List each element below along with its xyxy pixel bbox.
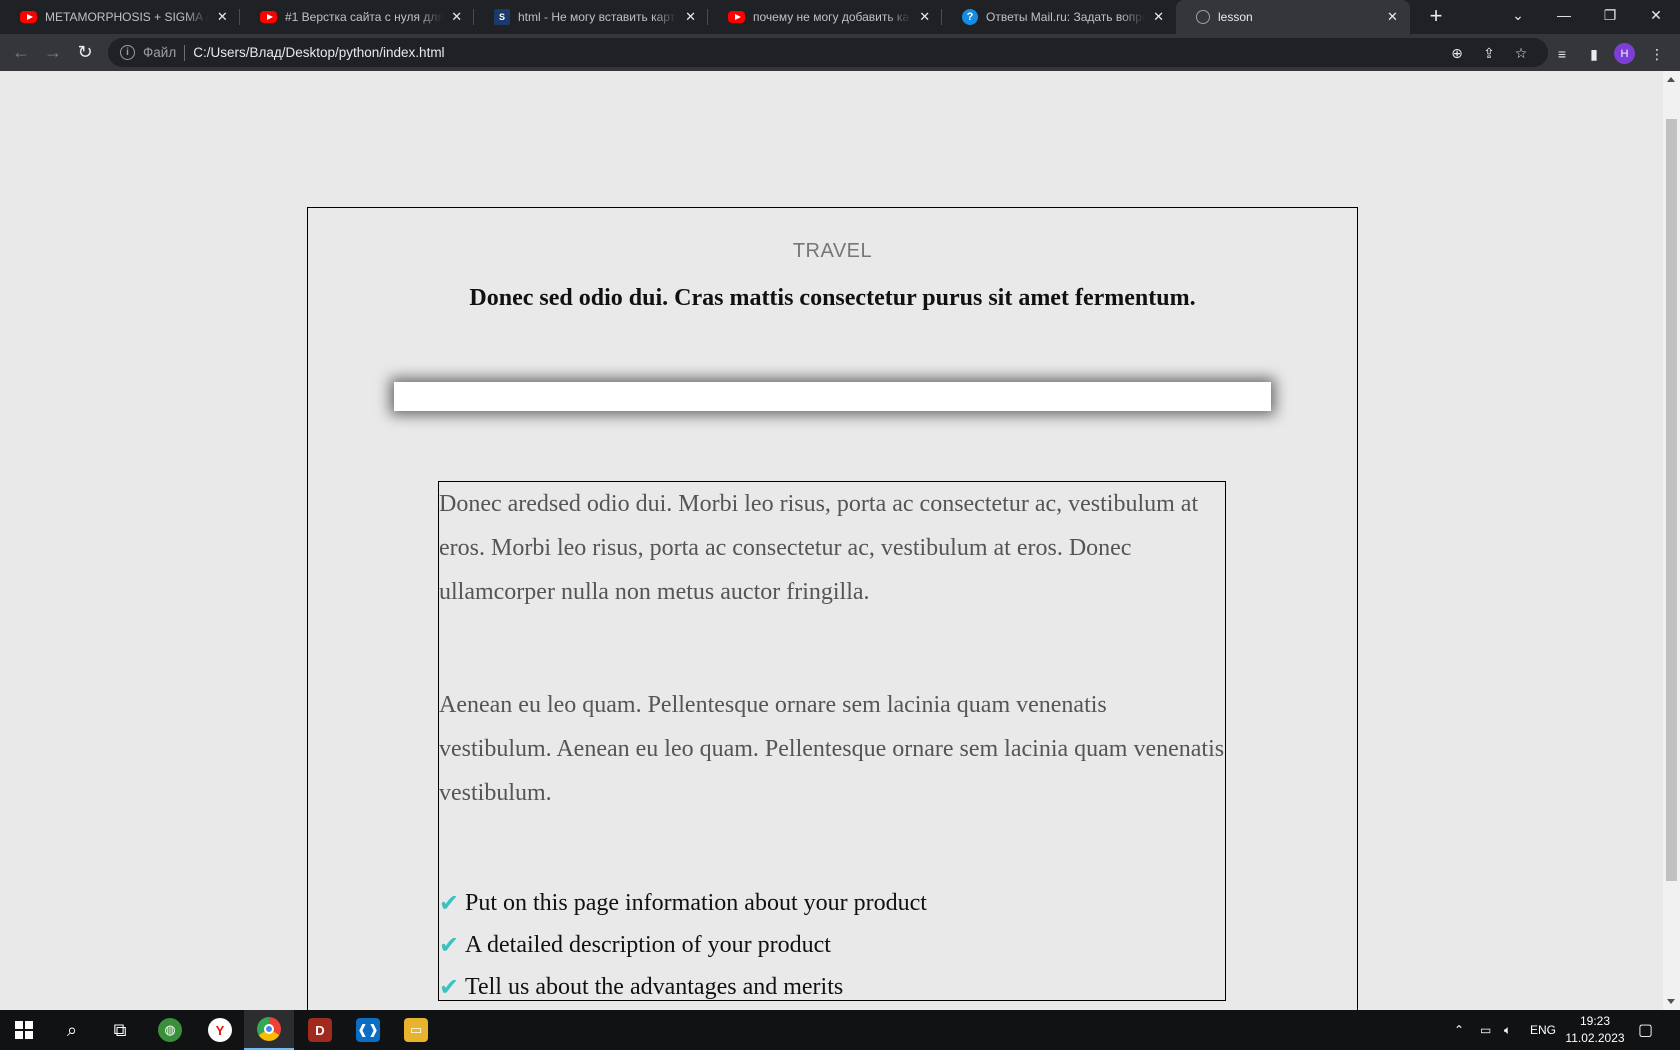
- close-icon[interactable]: ✕: [1151, 9, 1166, 25]
- globe-icon: [1196, 10, 1210, 24]
- checkmark-icon: ✔: [439, 889, 460, 917]
- notifications-icon[interactable]: ▢: [1638, 1010, 1653, 1050]
- volume-icon[interactable]: 🔈︎: [1504, 1010, 1511, 1050]
- url-text[interactable]: C:/Users/Влад/Desktop/python/index.html: [193, 45, 444, 60]
- windows-taskbar: ⌕ ⧉ ◍ Y D ❰❱ ▭ ⌃ ▭ 🔈︎ ENG 19:23 11.02.20…: [0, 1010, 1680, 1050]
- reload-icon[interactable]: ↻: [74, 41, 96, 63]
- paragraph: Aenean eu leo quam. Pellentesque ornare …: [439, 692, 1225, 806]
- taskbar-app-explorer[interactable]: ▭: [392, 1010, 440, 1050]
- checkmark-icon: ✔: [439, 973, 460, 1001]
- close-icon[interactable]: ✕: [449, 9, 464, 25]
- chrome-icon: [257, 1017, 281, 1041]
- image-placeholder: [394, 382, 1271, 411]
- list-item-text: Put on this page information about your …: [465, 890, 927, 916]
- new-tab-button[interactable]: +: [1424, 5, 1448, 29]
- list-item-text: A detailed description of your product: [465, 932, 831, 958]
- taskbar-app-vscode[interactable]: ❰❱: [344, 1010, 392, 1050]
- clock-date: 11.02.2023: [1565, 1031, 1625, 1045]
- scroll-up-arrow-icon[interactable]: [1667, 77, 1675, 82]
- tab-strip: METAMORPHOSIS + SIGMA // S ✕ #1 Верстка …: [0, 0, 1680, 34]
- language-indicator[interactable]: ENG: [1530, 1010, 1556, 1050]
- tab-stackoverflow[interactable]: S html - Не могу вставить картин ✕: [474, 0, 708, 34]
- window-close-icon[interactable]: ✕: [1634, 0, 1678, 30]
- search-icon[interactable]: ⌕: [48, 1010, 96, 1050]
- tab-verstka[interactable]: #1 Верстка сайта с нуля для на ✕: [240, 0, 474, 34]
- minimize-icon[interactable]: —: [1542, 0, 1586, 30]
- scroll-thumb[interactable]: [1666, 119, 1677, 881]
- close-icon[interactable]: ✕: [683, 9, 698, 25]
- taskbar-app-dota[interactable]: D: [296, 1010, 344, 1050]
- menu-kebab-icon[interactable]: ⋮: [1648, 45, 1666, 63]
- stackoverflow-icon: S: [494, 9, 510, 25]
- page-scrollbar[interactable]: [1663, 71, 1680, 1010]
- zoom-icon[interactable]: ⊕: [1448, 44, 1466, 62]
- clock-time: 19:23: [1579, 1014, 1611, 1028]
- mailru-answers-icon: ?: [962, 9, 978, 25]
- checkmark-icon: ✔: [439, 931, 460, 959]
- scroll-down-arrow-icon[interactable]: [1667, 999, 1675, 1004]
- site-info-icon[interactable]: i: [120, 45, 135, 60]
- reading-list-icon[interactable]: ≡: [1553, 45, 1571, 63]
- close-icon[interactable]: ✕: [917, 9, 932, 25]
- side-panel-icon[interactable]: ▮: [1585, 45, 1603, 63]
- tab-mailru-answers[interactable]: ? Ответы Mail.ru: Задать вопрос ✕: [942, 0, 1176, 34]
- profile-avatar[interactable]: H: [1614, 43, 1635, 64]
- taskbar-app-globe[interactable]: ◍: [146, 1010, 194, 1050]
- tab-label: почему не могу добавить карт: [753, 10, 912, 24]
- tab-label: Ответы Mail.ru: Задать вопрос: [986, 10, 1146, 24]
- tab-label: html - Не могу вставить картин: [518, 10, 678, 24]
- address-bar[interactable]: i Файл C:/Users/Влад/Desktop/python/inde…: [108, 38, 1548, 67]
- category-kicker: TRAVEL: [792, 240, 873, 262]
- system-clock[interactable]: 19:23 11.02.2023: [1560, 1013, 1630, 1047]
- yandex-browser-icon: Y: [208, 1018, 232, 1042]
- list-item: ✔ Tell us about the advantages and merits: [439, 966, 1225, 1008]
- tab-search-icon[interactable]: ⌄: [1496, 0, 1540, 30]
- youtube-icon: [20, 11, 37, 23]
- tab-metamorphosis[interactable]: METAMORPHOSIS + SIGMA // S ✕: [0, 0, 240, 34]
- vscode-icon: ❰❱: [356, 1018, 380, 1042]
- windows-logo-icon: [15, 1021, 33, 1039]
- task-view-icon[interactable]: ⧉: [96, 1010, 144, 1050]
- restore-icon[interactable]: ❐: [1588, 0, 1632, 30]
- taskbar-app-chrome[interactable]: [244, 1010, 294, 1050]
- tab-youtube-question[interactable]: почему не могу добавить карт ✕: [708, 0, 942, 34]
- earth-app-icon: ◍: [158, 1018, 182, 1042]
- bookmark-star-icon[interactable]: ☆: [1512, 44, 1530, 62]
- start-button[interactable]: [0, 1010, 48, 1050]
- forward-icon[interactable]: →: [42, 41, 64, 63]
- dota-icon: D: [308, 1018, 332, 1042]
- tab-label: #1 Верстка сайта с нуля для на: [285, 10, 444, 24]
- share-icon[interactable]: ⇪: [1480, 44, 1498, 62]
- file-explorer-icon: ▭: [404, 1018, 428, 1042]
- taskbar-app-yandex[interactable]: Y: [196, 1010, 244, 1050]
- tray-chevron-icon[interactable]: ⌃: [1454, 1010, 1464, 1050]
- close-icon[interactable]: ✕: [215, 9, 230, 25]
- back-icon[interactable]: ←: [10, 41, 32, 63]
- feature-checklist: ✔ Put on this page information about your…: [439, 882, 1225, 1008]
- youtube-icon: [260, 11, 277, 23]
- tab-label: lesson: [1218, 10, 1253, 24]
- article-headline: Donec sed odio dui. Cras mattis consecte…: [469, 285, 1196, 311]
- youtube-icon: [728, 11, 745, 23]
- list-item: ✔ Put on this page information about your…: [439, 882, 1225, 924]
- list-item-text: Tell us about the advantages and merits: [465, 974, 844, 1000]
- page-viewport: TRAVEL Donec sed odio dui. Cras mattis c…: [0, 71, 1663, 1010]
- tab-label: METAMORPHOSIS + SIGMA // S: [45, 10, 209, 24]
- article-text-box: Donec aredsed odio dui. Morbi leo risus,…: [438, 481, 1226, 1001]
- divider: [184, 44, 186, 61]
- protocol-label: Файл: [143, 45, 177, 60]
- close-icon[interactable]: ✕: [1385, 9, 1400, 25]
- network-icon[interactable]: ▭: [1480, 1010, 1491, 1050]
- browser-toolbar: ← → ↻ i Файл C:/Users/Влад/Desktop/pytho…: [0, 34, 1680, 71]
- tab-lesson[interactable]: lesson ✕: [1176, 0, 1410, 34]
- paragraph: Donec aredsed odio dui. Morbi leo risus,…: [439, 491, 1199, 605]
- list-item: ✔ A detailed description of your product: [439, 924, 1225, 966]
